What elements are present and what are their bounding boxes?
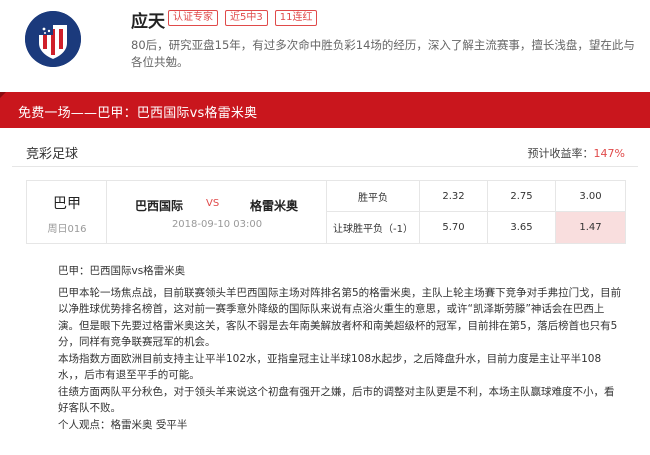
odds-home-win[interactable]: 2.32 xyxy=(420,181,488,211)
odds-row-handicap: 让球胜平负（-1） 5.70 3.65 1.47 xyxy=(327,212,625,243)
club-crest-icon[interactable] xyxy=(25,11,81,67)
odds-draw[interactable]: 2.75 xyxy=(488,181,556,211)
home-team: 巴西国际 xyxy=(135,199,184,213)
section-title: 竞彩足球 xyxy=(26,147,79,162)
analysis-opinion: 个人观点：格雷米奥 受平半 xyxy=(58,418,188,431)
odds-draw[interactable]: 3.65 xyxy=(488,212,556,243)
analysis-paragraph: 往绩方面两队平分秋色，对于领头羊来说这个初盘有强开之嫌，后市的调整对主队更是不利… xyxy=(58,385,615,415)
banner-title: 免费一场——巴甲：巴西国际vs格雷米奥 xyxy=(18,106,258,121)
yield-value: 147% xyxy=(593,147,625,160)
badge-certified: 认证专家 xyxy=(168,10,218,26)
match-card[interactable]: 巴甲 周日016 巴西国际 VS 格雷米奥 2018-09-10 03:00 胜… xyxy=(26,180,626,244)
league-name: 巴甲 xyxy=(53,196,81,212)
expert-tags: 认证专家 近5中3 11连红 xyxy=(168,10,318,26)
odds-away-win-selected[interactable]: 1.47 xyxy=(556,212,625,243)
expected-yield: 预计收益率：147% xyxy=(528,145,625,161)
odds-row-1x2: 胜平负 2.32 2.75 3.00 xyxy=(327,181,625,212)
away-team: 格雷米奥 xyxy=(250,199,299,213)
odds-label: 让球胜平负（-1） xyxy=(327,212,420,243)
odds-label: 胜平负 xyxy=(327,181,420,211)
divider xyxy=(12,166,638,167)
analysis-heading: 巴甲：巴西国际vs格雷米奥 xyxy=(58,265,186,277)
analysis-paragraph: 本场指数方面欧洲目前支持主让平半102水，亚指皇冠主让半球108水起步，之后降盘… xyxy=(58,352,602,382)
odds-table: 胜平负 2.32 2.75 3.00 让球胜平负（-1） 5.70 3.65 1… xyxy=(327,181,625,243)
analysis-paragraph: 巴甲本轮一场焦点战，目前联赛领头羊巴西国际主场对阵排名第5的格雷米奥，主队上轮主… xyxy=(58,286,622,349)
match-teams: 巴西国际 VS 格雷米奥 2018-09-10 03:00 xyxy=(107,181,327,243)
match-number: 周日016 xyxy=(47,224,87,235)
badge-winning-streak: 11连红 xyxy=(274,10,318,26)
expert-name: 应天 xyxy=(131,12,165,32)
banner-corner xyxy=(0,92,6,98)
kickoff-time: 2018-09-10 03:00 xyxy=(171,219,263,230)
expert-bio: 80后，研究亚盘15年，有过多次命中胜负彩14场的经历，深入了解主流赛事，擅长浅… xyxy=(131,38,635,69)
free-pick-banner: 免费一场——巴甲：巴西国际vs格雷米奥 xyxy=(0,92,650,128)
odds-home-win[interactable]: 5.70 xyxy=(420,212,488,243)
badge-recent-record: 近5中3 xyxy=(225,10,268,26)
vs-label: VS xyxy=(206,198,220,209)
yield-label: 预计收益率： xyxy=(527,147,594,160)
analysis-article: 巴甲：巴西国际vs格雷米奥 巴甲本轮一场焦点战，目前联赛领头羊巴西国际主场对阵排… xyxy=(58,263,623,433)
league-info: 巴甲 周日016 xyxy=(27,181,107,243)
expert-profile: 应天 认证专家 近5中3 11连红 80后，研究亚盘15年，有过多次命中胜负彩1… xyxy=(0,0,650,92)
odds-away-win[interactable]: 3.00 xyxy=(556,181,625,211)
